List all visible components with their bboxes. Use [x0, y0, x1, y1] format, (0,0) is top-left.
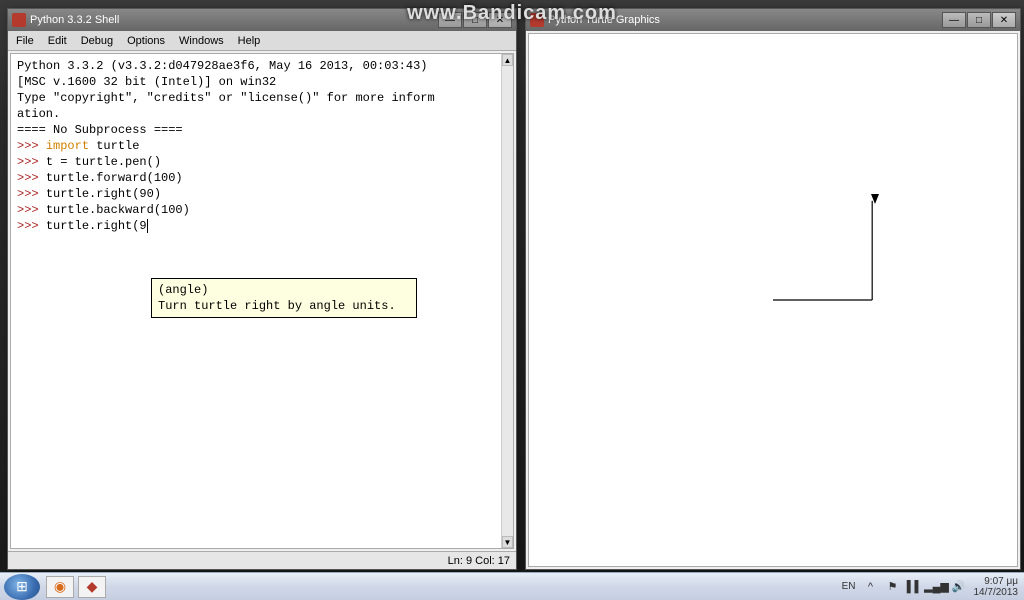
menu-edit[interactable]: Edit [44, 33, 71, 49]
idle-shell-window: Python 3.3.2 Shell — □ ✕ File Edit Debug… [7, 8, 517, 570]
tray-date: 14/7/2013 [974, 587, 1019, 598]
chevron-up-icon[interactable]: ^ [864, 580, 878, 594]
menu-help[interactable]: Help [234, 33, 265, 49]
calltip-doc: Turn turtle right by angle units. [158, 298, 410, 314]
scrollbar-vertical[interactable]: ▲ ▼ [501, 54, 513, 548]
text-cursor [147, 219, 148, 233]
menu-windows[interactable]: Windows [175, 33, 228, 49]
idle-icon: ◆ [87, 578, 98, 595]
status-ln: Ln: 9 [448, 555, 472, 567]
python-icon [12, 13, 26, 27]
network-icon[interactable]: ▌▌ [908, 580, 922, 594]
calltip-signature: (angle) [158, 282, 410, 298]
tray-lang[interactable]: EN [842, 581, 856, 592]
menubar: File Edit Debug Options Windows Help [8, 31, 516, 51]
statusbar: Ln: 9 Col: 17 [8, 551, 516, 569]
wifi-icon[interactable]: ▂▄▆ [930, 580, 944, 594]
tray-clock[interactable]: 9:07 μμ 14/7/2013 [974, 576, 1019, 598]
calltip: (angle) Turn turtle right by angle units… [151, 278, 417, 318]
tray-time: 9:07 μμ [974, 576, 1019, 587]
bandicam-watermark: www.Bandicam.com [407, 2, 617, 25]
flag-icon[interactable]: ⚑ [886, 580, 900, 594]
minimize-button[interactable]: — [942, 12, 966, 28]
menu-file[interactable]: File [12, 33, 38, 49]
scroll-down-icon[interactable]: ▼ [502, 536, 513, 548]
windows-logo-icon: ⊞ [16, 578, 28, 595]
taskbar-firefox[interactable]: ◉ [46, 576, 74, 598]
taskbar[interactable]: ⊞ ◉ ◆ EN ^ ⚑ ▌▌ ▂▄▆ 🔊 9:07 μμ 14/7/2013 [0, 572, 1024, 600]
turtle-window: Python Turtle Graphics — □ ✕ [525, 8, 1021, 570]
scroll-up-icon[interactable]: ▲ [502, 54, 513, 66]
firefox-icon: ◉ [54, 578, 66, 595]
start-button[interactable]: ⊞ [4, 574, 40, 600]
menu-debug[interactable]: Debug [77, 33, 117, 49]
turtle-canvas [529, 34, 1017, 566]
system-tray[interactable]: EN ^ ⚑ ▌▌ ▂▄▆ 🔊 9:07 μμ 14/7/2013 [842, 576, 1020, 598]
menu-options[interactable]: Options [123, 33, 169, 49]
taskbar-idle[interactable]: ◆ [78, 576, 106, 598]
editor-area[interactable]: Python 3.3.2 (v3.3.2:d047928ae3f6, May 1… [10, 53, 514, 549]
close-button[interactable]: ✕ [992, 12, 1016, 28]
turtle-cursor-icon [871, 194, 879, 204]
turtle-canvas-area[interactable] [528, 33, 1018, 567]
maximize-button[interactable]: □ [967, 12, 991, 28]
status-col: Col: 17 [475, 555, 510, 567]
volume-icon[interactable]: 🔊 [952, 580, 966, 594]
editor-text[interactable]: Python 3.3.2 (v3.3.2:d047928ae3f6, May 1… [11, 54, 513, 238]
window-controls: — □ ✕ [942, 12, 1016, 28]
turtle-drawing [529, 34, 1017, 566]
shell-title: Python 3.3.2 Shell [30, 14, 438, 26]
